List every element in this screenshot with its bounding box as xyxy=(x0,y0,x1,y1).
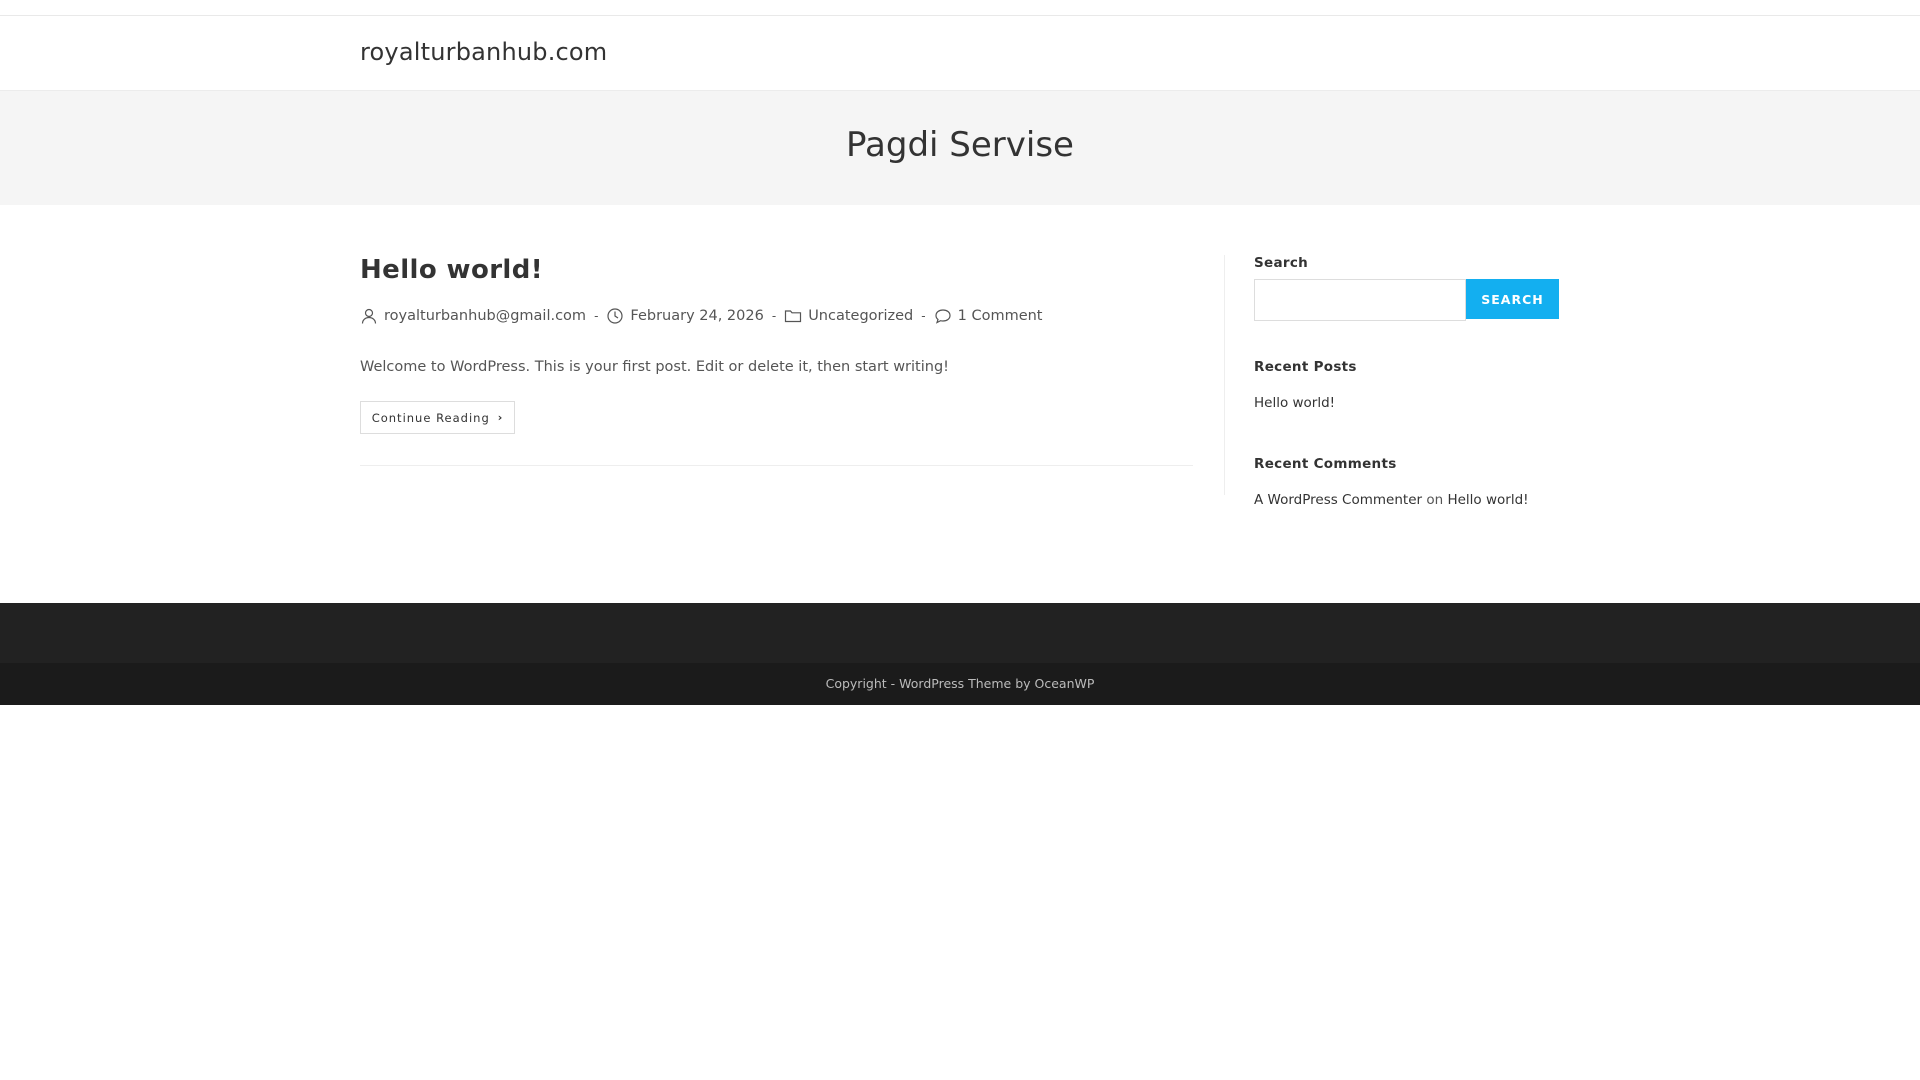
footer-widgets-area xyxy=(0,603,1920,663)
meta-separator: - xyxy=(594,309,599,323)
recent-posts-title: Recent Posts xyxy=(1254,359,1357,375)
post-category-link[interactable]: Uncategorized xyxy=(808,308,913,324)
continue-reading-label: Continue Reading xyxy=(371,410,490,425)
continue-reading-button[interactable]: Continue Reading › xyxy=(360,401,515,434)
post-category: Uncategorized xyxy=(784,307,913,325)
post-comments: 1 Comment xyxy=(934,307,1043,325)
chevron-right-icon: › xyxy=(497,411,504,424)
post-date: February 24, 2026 xyxy=(606,307,764,325)
comment-post-link[interactable]: Hello world! xyxy=(1447,492,1528,508)
search-button[interactable]: SEARCH xyxy=(1466,279,1559,319)
post-meta: royalturbanhub@gmail.com - February 24, … xyxy=(360,307,1043,325)
site-title-link[interactable]: royalturbanhub.com xyxy=(360,38,607,66)
post-author: royalturbanhub@gmail.com xyxy=(360,307,586,325)
post-divider xyxy=(360,465,1193,466)
post-title-link[interactable]: Hello world! xyxy=(360,255,543,285)
comment-icon xyxy=(934,307,952,325)
search-input[interactable] xyxy=(1254,279,1466,321)
comment-on-text: on xyxy=(1426,492,1444,508)
sidebar-divider xyxy=(1224,255,1225,495)
user-icon xyxy=(360,307,378,325)
meta-separator: - xyxy=(771,309,777,323)
recent-comments-title: Recent Comments xyxy=(1254,456,1397,472)
post-date-text: February 24, 2026 xyxy=(630,308,764,324)
meta-separator: - xyxy=(921,309,926,323)
post-author-link[interactable]: royalturbanhub@gmail.com xyxy=(384,308,586,324)
page-title: Pagdi Servise xyxy=(846,125,1074,165)
comment-author-link[interactable]: A WordPress Commenter xyxy=(1254,492,1422,508)
folder-icon xyxy=(784,307,802,325)
footer-bottom-bar: Copyright - WordPress Theme by OceanWP xyxy=(0,663,1920,705)
clock-icon xyxy=(606,307,624,325)
recent-post-link[interactable]: Hello world! xyxy=(1254,395,1335,411)
post-comments-link[interactable]: 1 Comment xyxy=(958,308,1043,324)
copyright-text: Copyright - WordPress Theme by OceanWP xyxy=(825,676,1095,691)
site-header: royalturbanhub.com xyxy=(0,16,1920,91)
post-excerpt: Welcome to WordPress. This is your first… xyxy=(360,359,949,375)
recent-comment-item: A WordPress Commenter on Hello world! xyxy=(1254,492,1529,508)
page-header: Pagdi Servise xyxy=(0,91,1920,205)
search-widget-title: Search xyxy=(1254,255,1309,271)
